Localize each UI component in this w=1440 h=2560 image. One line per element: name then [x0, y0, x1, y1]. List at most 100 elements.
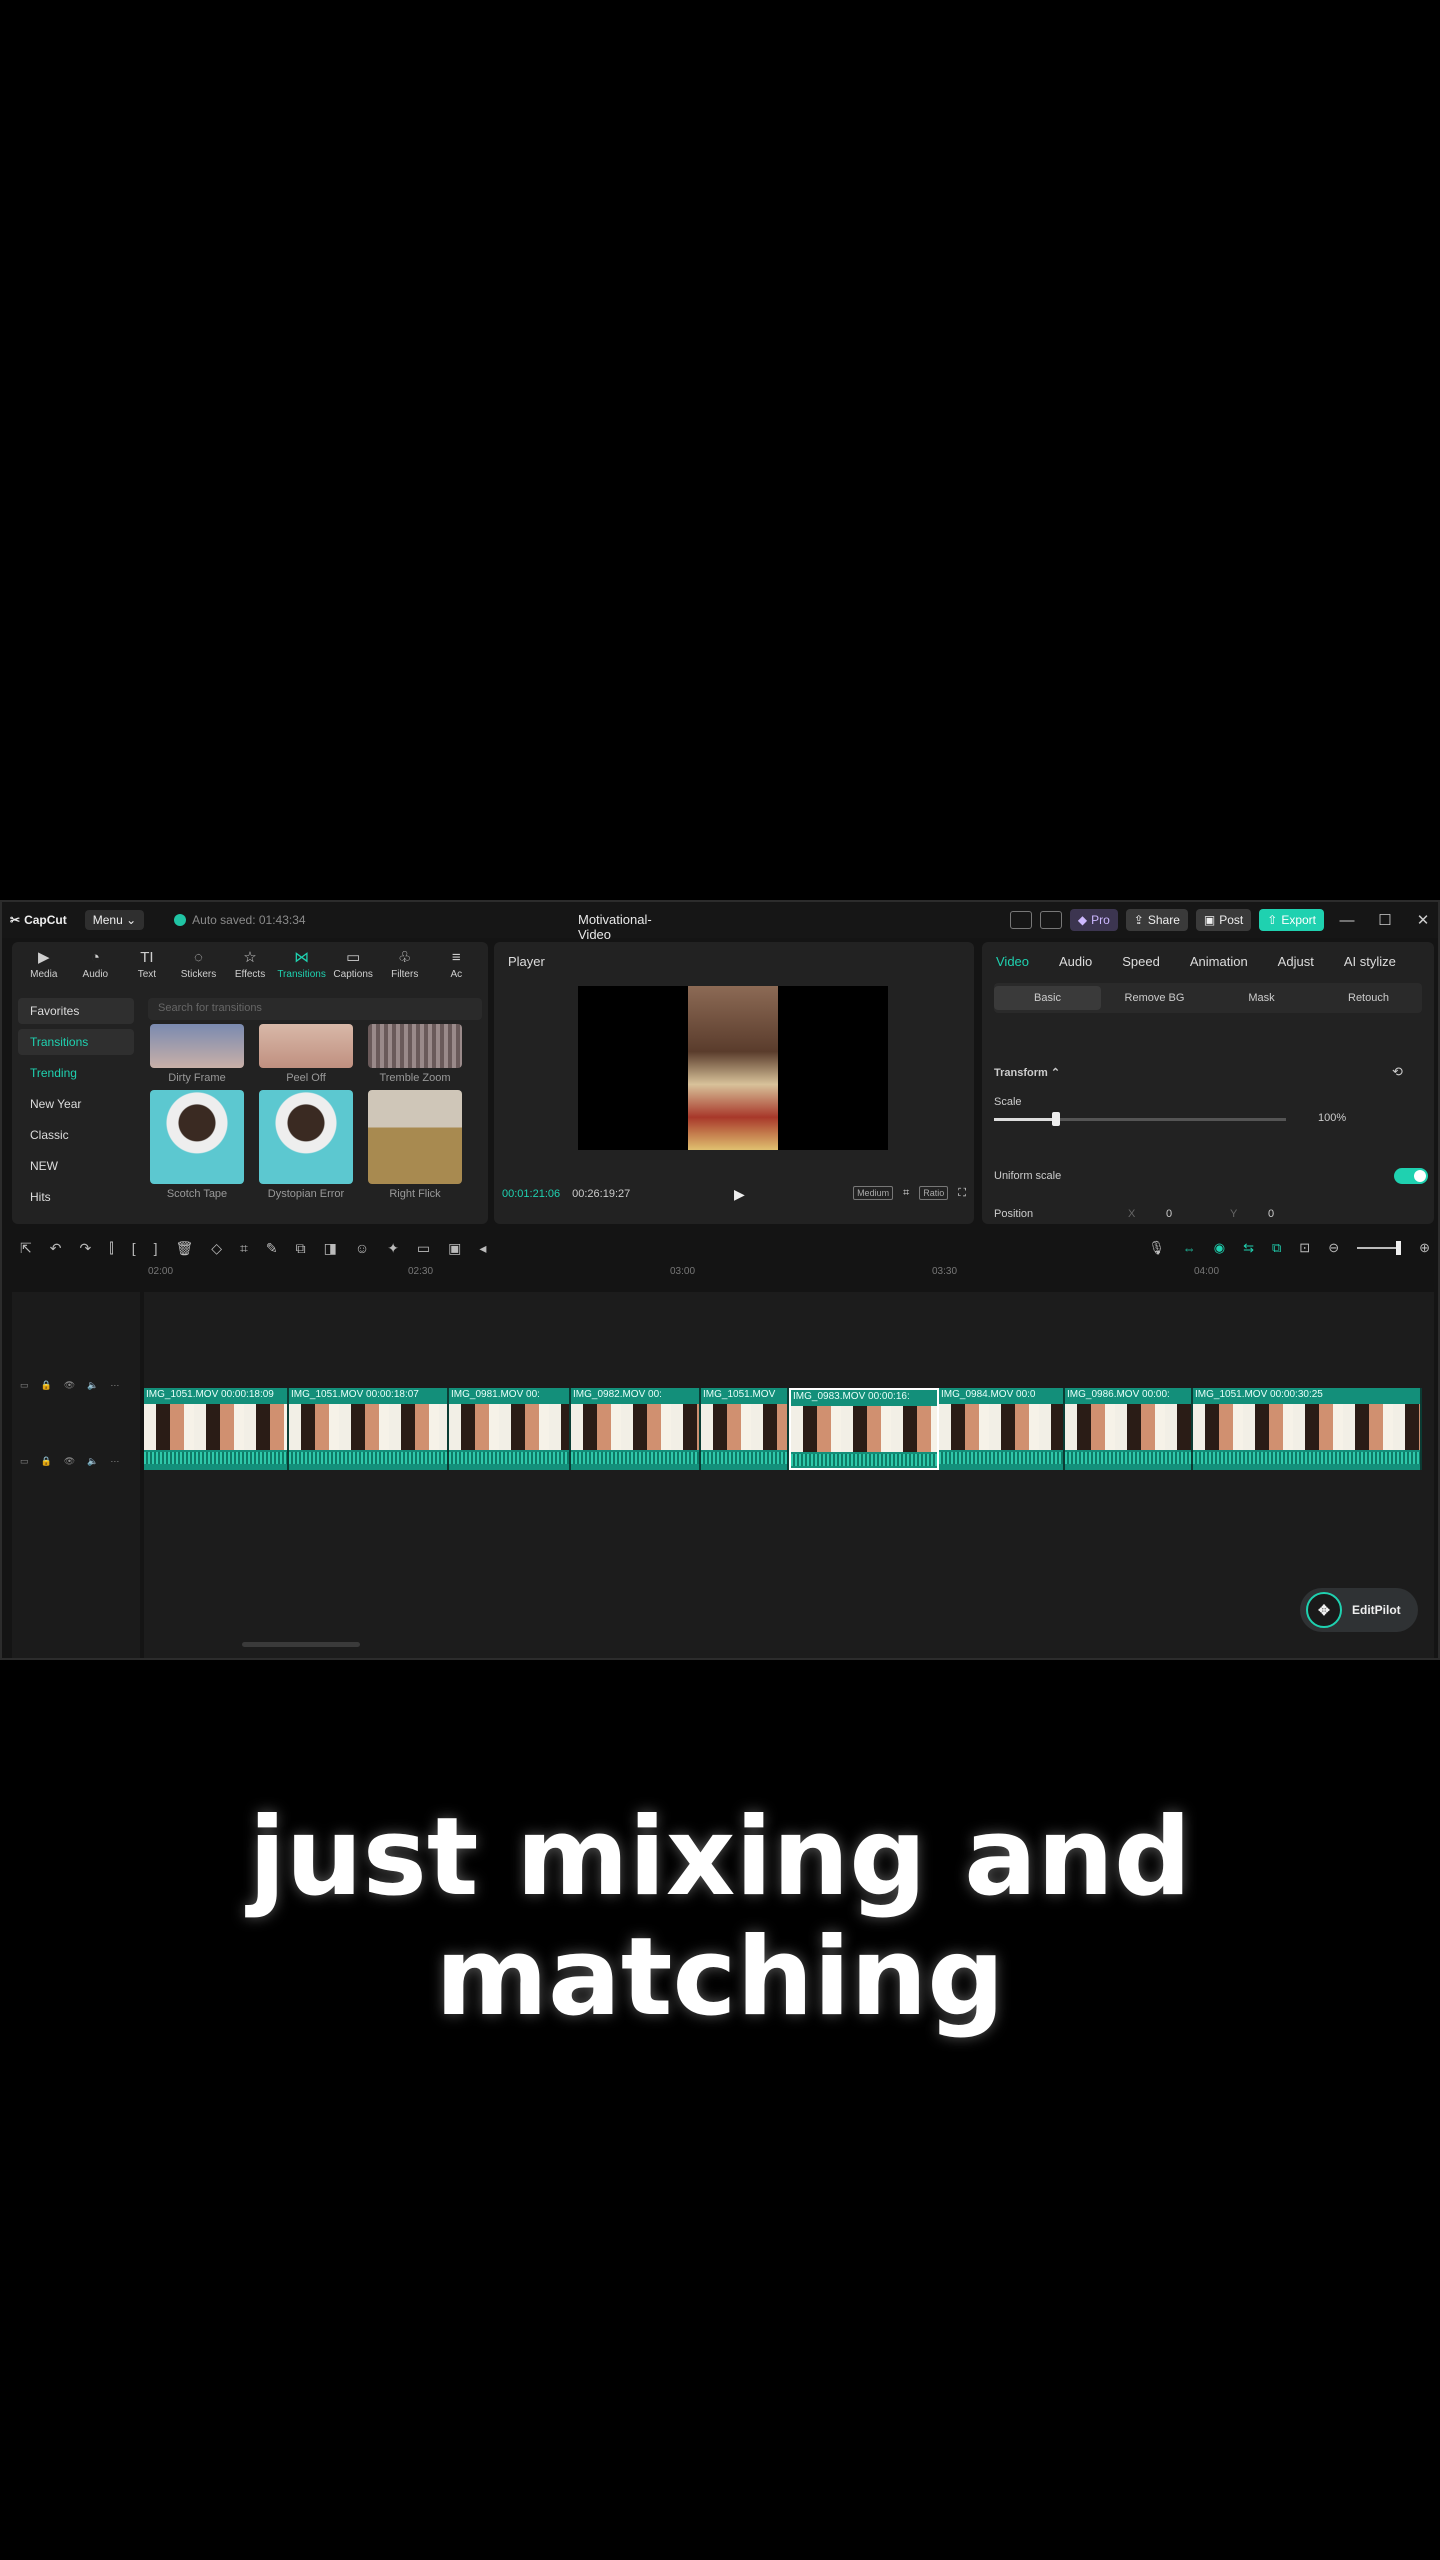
- fullscreen-icon[interactable]: ⛶: [958, 1187, 966, 1200]
- tab-speed[interactable]: Speed: [1122, 954, 1160, 969]
- category-favorites[interactable]: Favorites: [18, 998, 134, 1024]
- subtab-basic[interactable]: Basic: [994, 986, 1101, 1010]
- tab-effects[interactable]: ☆ Effects: [224, 948, 276, 988]
- pro-button[interactable]: ◆ Pro: [1069, 909, 1118, 931]
- screenshot-icon[interactable]: ⌗: [903, 1187, 909, 1200]
- tab-media[interactable]: ▶ Media: [18, 948, 70, 988]
- subtab-remove-bg[interactable]: Remove BG: [1101, 986, 1208, 1010]
- tab-adjust[interactable]: ≡ Ac: [431, 948, 483, 988]
- zoom-slider[interactable]: [1357, 1241, 1402, 1255]
- scale-value[interactable]: 100%: [1318, 1112, 1346, 1124]
- minimize-icon[interactable]: —: [1332, 912, 1362, 929]
- replace-icon[interactable]: ⧉: [296, 1240, 306, 1257]
- tab-stickers[interactable]: ◌ Stickers: [173, 948, 225, 988]
- video-clip[interactable]: IMG_0982.MOV 00:: [571, 1388, 701, 1470]
- transform-header[interactable]: Transform ⌃: [994, 1066, 1060, 1079]
- slider-handle[interactable]: [1052, 1112, 1060, 1126]
- y-input[interactable]: 0: [1268, 1208, 1274, 1220]
- person-icon[interactable]: ☺: [355, 1240, 369, 1256]
- split-right-icon[interactable]: ]: [154, 1240, 158, 1256]
- split-left-icon[interactable]: [: [132, 1240, 136, 1256]
- mute-icon[interactable]: 🔈: [87, 1380, 98, 1391]
- menu-button[interactable]: Menu ⌄: [84, 910, 145, 930]
- preview-axis-icon[interactable]: ⧉: [1272, 1240, 1281, 1256]
- arrow-left-icon[interactable]: ◂: [479, 1240, 486, 1257]
- x-input[interactable]: 0: [1166, 1208, 1172, 1220]
- redo-icon[interactable]: ↷: [79, 1240, 91, 1257]
- mirror-icon[interactable]: ◨: [324, 1240, 337, 1257]
- tab-filters[interactable]: ♧ Filters: [379, 948, 431, 988]
- magnet-icon[interactable]: ◉: [1214, 1240, 1225, 1256]
- video-clip[interactable]: IMG_1051.MOV 00:00:18:07: [289, 1388, 449, 1470]
- quality-button[interactable]: Medium: [853, 1186, 894, 1200]
- timeline-scrollbar[interactable]: [242, 1642, 360, 1647]
- draw-icon[interactable]: ✎: [266, 1240, 278, 1257]
- play-icon[interactable]: ▶: [734, 1186, 745, 1203]
- transition-item[interactable]: Right Flick: [368, 1090, 462, 1200]
- video-clip[interactable]: IMG_1051.MOV 00:00:18:09: [144, 1388, 289, 1470]
- select-icon[interactable]: ⇱: [20, 1240, 32, 1257]
- category-new-year[interactable]: New Year: [18, 1091, 134, 1117]
- tab-adjust-props[interactable]: Adjust: [1278, 954, 1314, 969]
- close-icon[interactable]: ✕: [1408, 911, 1438, 929]
- eye-icon[interactable]: 👁: [64, 1380, 75, 1391]
- category-classic[interactable]: Classic: [18, 1122, 134, 1148]
- editpilot-button[interactable]: ✥ EditPilot: [1300, 1588, 1418, 1632]
- tab-video[interactable]: Video: [996, 954, 1029, 969]
- time-ruler[interactable]: 02:00 02:30 03:00 03:30 04:00: [144, 1266, 1434, 1284]
- more-icon[interactable]: ⋯: [110, 1456, 119, 1467]
- layout-icon[interactable]: [1009, 911, 1032, 929]
- freeze-icon[interactable]: ◇: [211, 1240, 222, 1257]
- search-input[interactable]: Search for transitions: [148, 998, 482, 1020]
- ratio-button[interactable]: Ratio: [919, 1186, 949, 1200]
- tab-ai-stylize[interactable]: AI stylize: [1344, 954, 1396, 969]
- video-clip-selected[interactable]: IMG_0983.MOV 00:00:16:: [789, 1388, 939, 1470]
- magic-icon[interactable]: ✦: [387, 1240, 399, 1257]
- subtab-retouch[interactable]: Retouch: [1315, 986, 1422, 1010]
- eye-icon[interactable]: 👁: [64, 1456, 75, 1467]
- transition-item[interactable]: Tremble Zoom: [368, 1024, 462, 1084]
- tab-animation[interactable]: Animation: [1190, 954, 1248, 969]
- tab-text[interactable]: TI Text: [121, 948, 173, 988]
- scale-slider[interactable]: [994, 1112, 1286, 1126]
- frame-icon[interactable]: ▣: [448, 1240, 461, 1257]
- link-icon[interactable]: ⇔: [1183, 1241, 1196, 1256]
- more-icon[interactable]: ⋯: [110, 1380, 119, 1391]
- transition-item[interactable]: Peel Off: [259, 1024, 353, 1084]
- lock-icon[interactable]: 🔒: [41, 1456, 52, 1467]
- captions-track-icon[interactable]: ⊡: [1299, 1240, 1310, 1256]
- tab-transitions[interactable]: ⋈ Transitions: [276, 948, 328, 988]
- post-button[interactable]: ▣ Post: [1195, 909, 1252, 931]
- export-button[interactable]: ⇧ Export: [1259, 909, 1324, 931]
- video-clip[interactable]: IMG_0984.MOV 00:0: [939, 1388, 1065, 1470]
- project-title[interactable]: Motivational-Video: [578, 912, 678, 942]
- shortcut-icon[interactable]: [1039, 911, 1062, 929]
- tab-audio-props[interactable]: Audio: [1059, 954, 1092, 969]
- category-trending[interactable]: Trending: [18, 1060, 134, 1086]
- snap-icon[interactable]: ⇆: [1243, 1240, 1254, 1256]
- video-clip[interactable]: IMG_0986.MOV 00:00:: [1065, 1388, 1193, 1470]
- category-new[interactable]: NEW: [18, 1153, 134, 1179]
- mute-icon[interactable]: 🔈: [87, 1456, 98, 1467]
- fit-icon[interactable]: ⊕: [1419, 1240, 1430, 1256]
- crop-icon[interactable]: ⌗: [240, 1240, 248, 1257]
- maximize-icon[interactable]: ☐: [1370, 911, 1400, 929]
- split-icon[interactable]: ⫿: [109, 1240, 113, 1257]
- video-preview[interactable]: [578, 986, 888, 1150]
- zoom-out-icon[interactable]: ⊖: [1328, 1240, 1339, 1256]
- reset-icon[interactable]: ⟲: [1392, 1064, 1403, 1080]
- transition-item[interactable]: Dystopian Error: [259, 1090, 353, 1200]
- delete-icon[interactable]: 🗑: [175, 1240, 193, 1257]
- transition-item[interactable]: Dirty Frame: [150, 1024, 244, 1084]
- video-clip[interactable]: IMG_0981.MOV 00:: [449, 1388, 571, 1470]
- screen-icon[interactable]: ▭: [417, 1240, 430, 1257]
- tab-audio[interactable]: ◔ Audio: [70, 948, 122, 988]
- lock-icon[interactable]: 🔒: [41, 1380, 52, 1391]
- video-clip[interactable]: IMG_1051.MOV 00:00:30:25: [1193, 1388, 1422, 1470]
- share-button[interactable]: ⇪ Share: [1125, 909, 1188, 931]
- undo-icon[interactable]: ↶: [50, 1240, 62, 1257]
- category-hits[interactable]: Hits: [18, 1184, 134, 1210]
- video-clip[interactable]: IMG_1051.MOV: [701, 1388, 789, 1470]
- transition-item[interactable]: Scotch Tape: [150, 1090, 244, 1200]
- tab-captions[interactable]: ▭ Captions: [327, 948, 379, 988]
